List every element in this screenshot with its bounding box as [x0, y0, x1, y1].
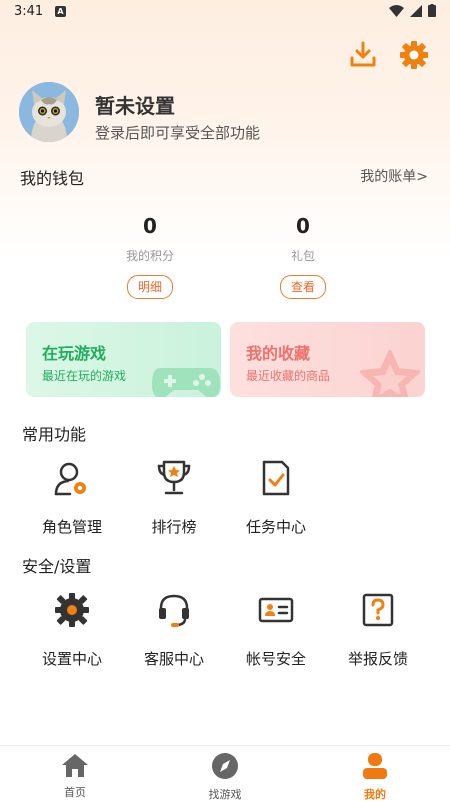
- settings-center-label: 设置中心: [41, 650, 102, 668]
- gamepad-icon: [152, 368, 220, 397]
- avatar[interactable]: [19, 82, 79, 142]
- leaderboard-label: 排行榜: [151, 518, 197, 536]
- playing-games-subtitle: 最近在玩的游戏: [42, 369, 127, 383]
- task-center-label: 任务中心: [245, 518, 306, 536]
- task-center-item[interactable]: 任务中心: [226, 458, 326, 537]
- playing-games-title: 在玩游戏: [42, 344, 107, 363]
- status-bar: 3:41 A: [0, 0, 450, 24]
- notification-icon: A: [55, 6, 66, 17]
- wifi-icon: [389, 4, 404, 17]
- signal-icon: [410, 4, 422, 17]
- customer-service-item[interactable]: 客服中心: [124, 590, 224, 669]
- nav-mine-label: 我的: [364, 788, 386, 801]
- cat-avatar-image: [19, 82, 79, 142]
- profile-subtitle[interactable]: 登录后即可享受全部功能: [95, 122, 260, 143]
- gift-view-button[interactable]: 查看: [280, 275, 326, 299]
- bottom-nav: 首页 找游戏 我的: [0, 745, 450, 802]
- home-icon: [62, 754, 88, 777]
- leaderboard-item[interactable]: 排行榜: [124, 458, 224, 537]
- role-management-item[interactable]: 角色管理: [22, 458, 122, 537]
- nav-mine[interactable]: 我的: [335, 752, 415, 802]
- favorites-title: 我的收藏: [246, 344, 311, 363]
- person-icon: [363, 753, 387, 779]
- status-time: 3:41: [14, 4, 44, 19]
- question-icon: [362, 593, 394, 627]
- favorites-card[interactable]: 我的收藏 最近收藏的商品: [230, 322, 425, 397]
- id-card-icon: [258, 597, 294, 623]
- nav-find-games[interactable]: 找游戏: [185, 752, 265, 802]
- points-detail-button[interactable]: 明细: [127, 275, 173, 299]
- compass-icon: [212, 753, 238, 779]
- customer-service-label: 客服中心: [143, 650, 204, 668]
- nav-home-label: 首页: [64, 786, 86, 799]
- account-security-item[interactable]: 帐号安全: [226, 590, 326, 669]
- star-icon: [360, 350, 420, 397]
- nav-find-games-label: 找游戏: [208, 788, 242, 801]
- points-label: 我的积分: [125, 249, 174, 263]
- account-security-label: 帐号安全: [245, 650, 306, 668]
- gift-value: 0: [296, 214, 310, 238]
- common-functions-title: 常用功能: [22, 425, 87, 444]
- gear-icon: [55, 593, 89, 627]
- trophy-icon: [157, 460, 191, 495]
- nav-home[interactable]: 首页: [35, 752, 115, 800]
- user-gear-icon: [54, 462, 86, 496]
- settings-center-item[interactable]: 设置中心: [22, 590, 122, 669]
- task-icon: [262, 460, 290, 496]
- profile-name[interactable]: 暂未设置: [95, 90, 175, 119]
- points-value: 0: [143, 214, 157, 238]
- battery-icon: [428, 4, 436, 17]
- bill-link[interactable]: 我的账单>: [360, 166, 428, 186]
- gift-label: 礼包: [290, 249, 315, 263]
- status-icons: [389, 4, 436, 17]
- role-management-label: 角色管理: [41, 518, 102, 536]
- report-feedback-item[interactable]: 举报反馈: [328, 590, 428, 669]
- download-icon[interactable]: [348, 40, 378, 70]
- gear-icon[interactable]: [399, 40, 429, 70]
- security-settings-title: 安全/设置: [22, 557, 92, 576]
- headset-icon: [159, 594, 189, 627]
- playing-games-card[interactable]: 在玩游戏 最近在玩的游戏: [26, 322, 221, 397]
- wallet-title: 我的钱包: [20, 169, 85, 188]
- report-feedback-label: 举报反馈: [347, 650, 408, 668]
- favorites-subtitle: 最近收藏的商品: [246, 369, 331, 383]
